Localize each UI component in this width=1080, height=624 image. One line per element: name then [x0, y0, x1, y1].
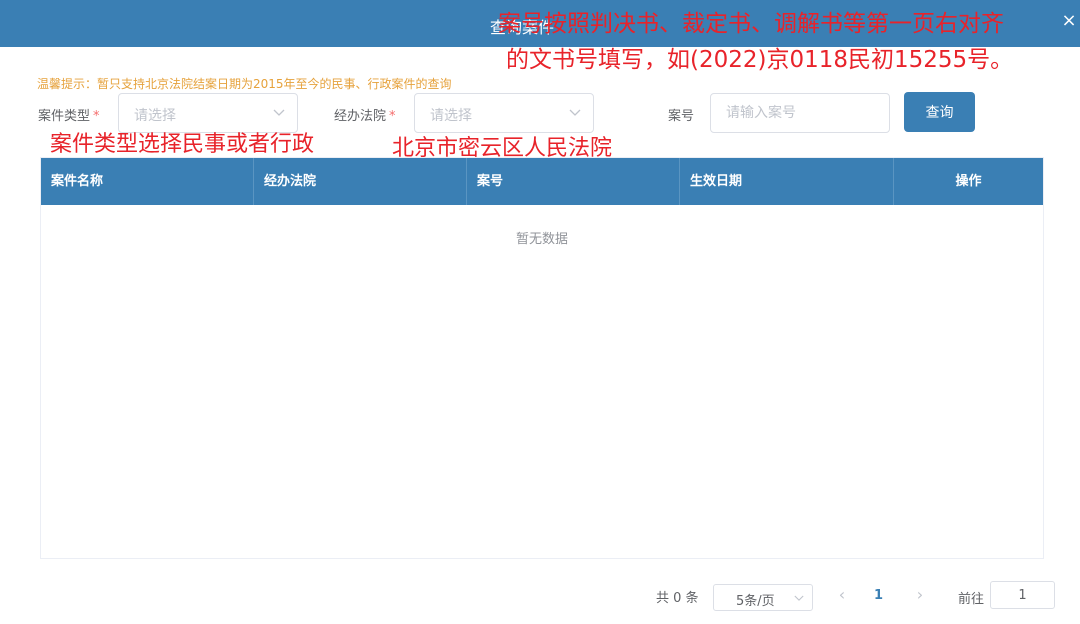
prev-page-icon[interactable]: ‹ [834, 585, 850, 605]
close-icon[interactable]: × [1060, 10, 1078, 32]
page-size-select[interactable]: 5条/页 [713, 584, 813, 611]
required-mark: * [93, 109, 100, 124]
pagination-total: 共 0 条 [656, 591, 699, 606]
case-number-input[interactable] [710, 93, 890, 133]
court-select[interactable]: 请选择 [414, 93, 594, 133]
query-button[interactable]: 查询 [904, 92, 975, 132]
column-header-actions: 操作 [955, 174, 982, 189]
annotation-case-number-line1: 案号按照判决书、裁定书、调解书等第一页右对齐 [498, 11, 1004, 37]
required-mark: * [389, 109, 396, 124]
notice-text: 温馨提示：暂只支持北京法院结案日期为2015年至今的民事、行政案件的查询 [37, 77, 452, 91]
results-table: 案件名称 经办法院 案号 生效日期 操作 暂无数据 [40, 157, 1044, 559]
page-size-value: 5条/页 [736, 594, 775, 609]
case-number-label: 案号 [668, 109, 695, 124]
goto-page-input[interactable] [990, 581, 1055, 609]
next-page-icon[interactable]: › [912, 585, 928, 605]
case-type-placeholder: 请选择 [134, 108, 176, 124]
case-type-label: 案件类型 * [38, 109, 100, 124]
goto-label: 前往 [958, 592, 985, 607]
table-header: 案件名称 经办法院 案号 生效日期 操作 [41, 158, 1043, 205]
annotation-case-type: 案件类型选择民事或者行政 [50, 132, 315, 157]
column-header-case-number: 案号 [467, 158, 680, 205]
column-header-effective-date: 生效日期 [680, 158, 894, 205]
chevron-down-icon [794, 595, 804, 601]
empty-state-text: 暂无数据 [515, 232, 568, 247]
column-header-court: 经办法院 [254, 158, 467, 205]
chevron-down-icon [273, 109, 285, 116]
column-header-case-name: 案件名称 [41, 158, 254, 205]
court-label: 经办法院 * [334, 109, 396, 124]
court-placeholder: 请选择 [430, 108, 472, 124]
annotation-case-number-line2: 的文书号填写，如(2022)京0118民初15255号。 [506, 47, 1014, 73]
case-type-select[interactable]: 请选择 [118, 93, 298, 133]
chevron-down-icon [569, 109, 581, 116]
page-number-current[interactable]: 1 [874, 588, 883, 603]
